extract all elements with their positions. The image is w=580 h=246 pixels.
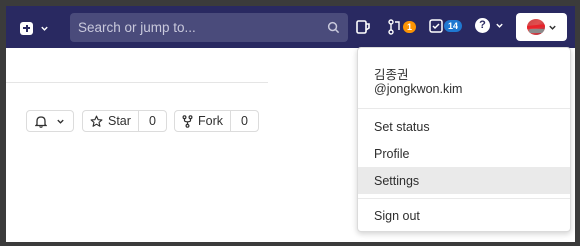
search-input[interactable]	[78, 20, 327, 35]
help-dropdown[interactable]: ?	[475, 18, 504, 33]
fork-count[interactable]: 0	[230, 111, 258, 131]
menu-item-label: Set status	[374, 119, 430, 134]
fork-button-group: Fork 0	[174, 110, 259, 132]
menu-item-label: Settings	[374, 173, 420, 188]
menu-item-label: Sign out	[374, 208, 420, 223]
todo-check-icon	[429, 19, 443, 33]
chevron-down-icon	[57, 119, 64, 124]
fork-icon	[182, 114, 193, 128]
divider	[6, 82, 268, 83]
top-navbar: 1 14 ?	[6, 6, 575, 48]
star-count[interactable]: 0	[137, 111, 166, 131]
issues-icon	[356, 20, 370, 34]
search-icon	[327, 21, 340, 34]
user-avatar	[526, 19, 545, 35]
menu-divider	[358, 108, 570, 109]
menu-item-sign-out[interactable]: Sign out	[358, 202, 570, 229]
chevron-down-icon	[548, 25, 556, 30]
star-label: Star	[108, 114, 131, 128]
star-button-group: Star 0	[82, 110, 167, 132]
user-display-name: 김종권	[374, 68, 409, 82]
star-icon	[90, 115, 103, 127]
fork-button[interactable]: Fork	[175, 111, 230, 131]
user-menu-button[interactable]	[516, 13, 567, 41]
menu-item-settings[interactable]: Settings	[358, 167, 570, 194]
menu-item-set-status[interactable]: Set status	[358, 113, 570, 140]
menu-item-label: Profile	[374, 146, 410, 161]
todos-count-badge: 14	[444, 20, 463, 32]
chevron-down-icon	[496, 23, 503, 28]
bell-icon	[35, 115, 47, 128]
issues-link[interactable]	[355, 19, 371, 35]
star-button[interactable]: Star	[83, 111, 138, 131]
question-icon: ?	[475, 18, 490, 33]
todos-link[interactable]: 14	[429, 19, 463, 33]
star-count-value: 0	[148, 114, 156, 128]
menu-divider	[358, 198, 570, 199]
merge-requests-count-badge: 1	[403, 21, 417, 33]
window-frame-bottom	[0, 242, 580, 246]
user-dropdown-menu: 김종권 @jongkwon.kim Set status Profile Set…	[357, 47, 571, 232]
chevron-down-icon	[41, 26, 48, 31]
fork-count-value: 0	[241, 114, 248, 128]
user-username: @jongkwon.kim	[374, 82, 463, 96]
new-item-dropdown[interactable]	[20, 18, 60, 38]
notifications-dropdown[interactable]	[26, 110, 74, 132]
notifications-button[interactable]	[27, 111, 73, 131]
fork-label: Fork	[198, 114, 223, 128]
merge-request-icon	[388, 19, 400, 35]
search-box[interactable]	[70, 13, 348, 42]
plus-square-icon	[20, 21, 33, 35]
menu-item-profile[interactable]: Profile	[358, 140, 570, 167]
window-frame-right	[575, 0, 580, 246]
merge-requests-link[interactable]: 1	[388, 19, 417, 35]
